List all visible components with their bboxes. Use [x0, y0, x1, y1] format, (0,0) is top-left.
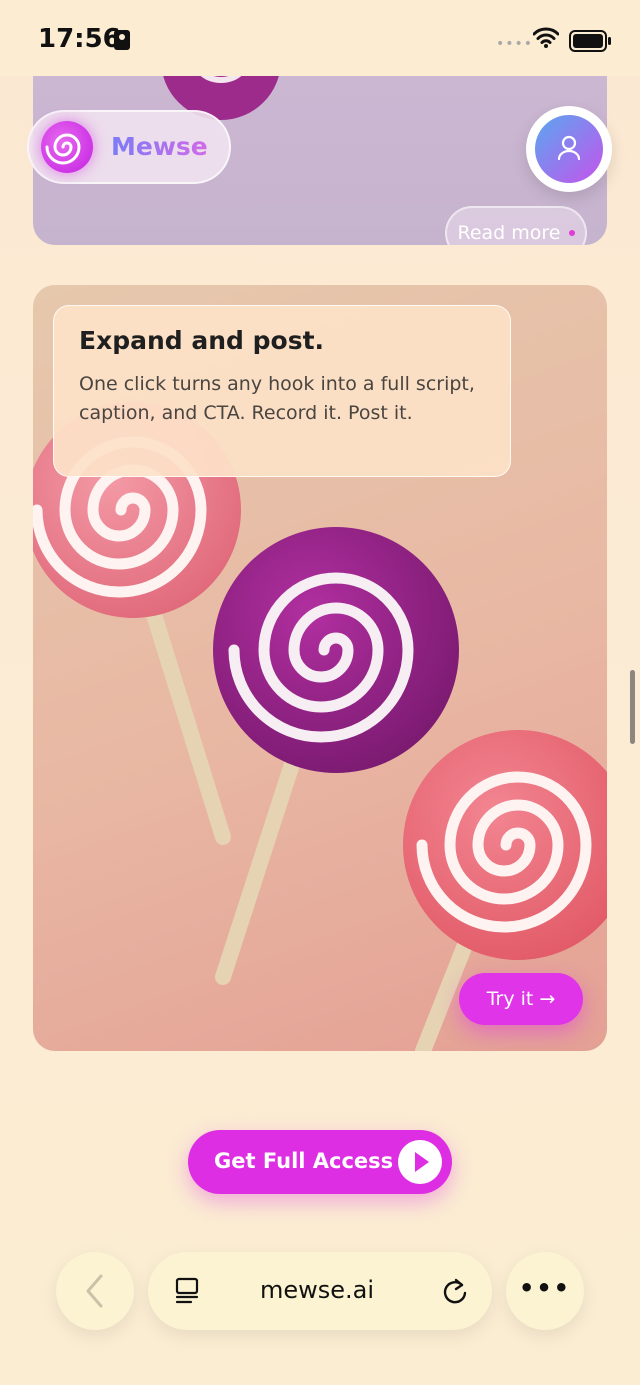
feature-description: One click turns any hook into a full scr… [79, 373, 475, 424]
brand-home-button[interactable]: Mewse [27, 110, 231, 184]
scrollbar[interactable] [630, 670, 635, 744]
reload-icon[interactable] [440, 1276, 470, 1306]
try-it-button[interactable]: Try it → [459, 973, 583, 1025]
address-bar[interactable]: mewse.ai [148, 1252, 492, 1330]
battery-icon [569, 30, 611, 52]
indicator-dot [568, 230, 575, 236]
browser-toolbar: mewse.ai ••• [0, 1230, 640, 1350]
ellipsis-icon: ••• [518, 1274, 572, 1302]
feature-card: Expand and post. One click turns any hoo… [33, 285, 607, 1051]
user-icon [535, 115, 603, 183]
brand-name: Mewse [111, 132, 208, 161]
feature-title: Expand and post. [79, 326, 325, 355]
status-time: 17:56 [38, 24, 121, 54]
more-options-button[interactable]: ••• [506, 1252, 584, 1330]
reader-icon [175, 1277, 199, 1304]
spiral-logo-icon [41, 121, 93, 173]
play-icon [398, 1140, 442, 1184]
wifi-icon [532, 26, 560, 52]
signal-icon: •••• [496, 36, 534, 52]
back-button[interactable] [56, 1252, 134, 1330]
url-text: mewse.ai [260, 1276, 375, 1304]
get-full-access-button[interactable]: Get Full Access [188, 1130, 452, 1194]
read-more-label: Read more [457, 222, 561, 244]
cta-label: Get Full Access [214, 1149, 394, 1173]
read-more-button[interactable]: Read more [445, 206, 587, 245]
status-bar: 17:56 •••• [0, 0, 640, 76]
feature-caption: Expand and post. One click turns any hoo… [53, 305, 511, 477]
contact-card-icon [114, 30, 130, 50]
profile-avatar-button[interactable] [526, 106, 612, 192]
chevron-left-icon [86, 1274, 103, 1308]
